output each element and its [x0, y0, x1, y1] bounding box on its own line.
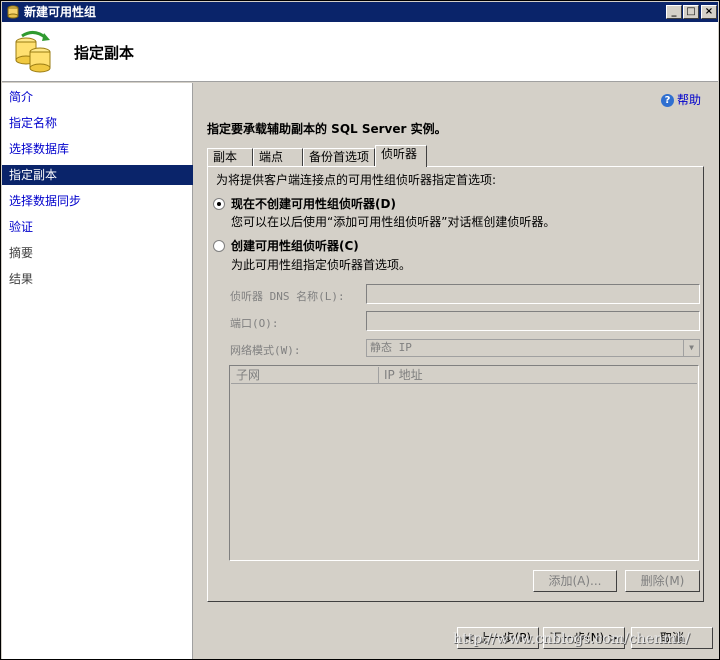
- port-input[interactable]: [366, 311, 700, 331]
- dns-name-label: 侦听器 DNS 名称(L):: [230, 290, 345, 303]
- tab-replicas[interactable]: 副本: [207, 148, 253, 167]
- add-button[interactable]: 添加(A)...: [533, 570, 617, 592]
- maximize-button[interactable]: □: [683, 5, 699, 19]
- close-button[interactable]: ×: [701, 5, 717, 19]
- wizard-sidebar: 简介 指定名称 选择数据库 指定副本 选择数据同步 验证 摘要 结果: [2, 83, 193, 659]
- port-label: 端口(O):: [230, 317, 279, 330]
- main-panel: ? 帮助 指定要承载辅助副本的 SQL Server 实例。 副本 端点 备份首选…: [195, 83, 719, 659]
- tab-backup-preferences[interactable]: 备份首选项: [303, 148, 375, 167]
- sidebar-item-select-databases[interactable]: 选择数据库: [2, 139, 193, 159]
- radio-create-listener[interactable]: 创建可用性组侦听器(C): [213, 237, 359, 254]
- grid-column-ip-address: IP 地址: [384, 368, 423, 382]
- radio-hint: 为此可用性组指定侦听器首选项。: [231, 258, 412, 272]
- page-heading: 指定副本: [74, 44, 135, 62]
- network-mode-value: 静态 IP: [370, 341, 412, 354]
- next-button[interactable]: 下一步(N) >: [543, 627, 625, 649]
- help-icon: ?: [661, 94, 674, 107]
- availability-group-icon: [15, 31, 51, 73]
- minimize-button[interactable]: _: [666, 5, 682, 19]
- radio-button-checked[interactable]: [213, 197, 225, 210]
- sidebar-item-validation[interactable]: 验证: [2, 217, 193, 237]
- sidebar-item-specify-name[interactable]: 指定名称: [2, 113, 193, 133]
- ip-address-grid[interactable]: 子网 IP 地址: [229, 365, 699, 561]
- radio-label: 现在不创建可用性组侦听器(D): [231, 197, 396, 211]
- title-bar: 新建可用性组 _ □ ×: [2, 2, 718, 22]
- sidebar-item-summary: 摘要: [9, 246, 34, 260]
- sidebar-item-data-sync[interactable]: 选择数据同步: [2, 191, 193, 211]
- previous-button[interactable]: < 上一步(P): [457, 627, 539, 649]
- radio-do-not-create-listener[interactable]: 现在不创建可用性组侦听器(D): [213, 195, 396, 212]
- network-mode-select[interactable]: 静态 IP ▼: [366, 339, 700, 357]
- grid-column-subnet: 子网: [231, 367, 379, 384]
- radio-hint: 您可以在以后使用“添加可用性组侦听器”对话框创建侦听器。: [231, 215, 556, 229]
- help-link[interactable]: ? 帮助: [661, 91, 701, 108]
- tab-listener[interactable]: 侦听器: [375, 145, 427, 167]
- radio-button[interactable]: [213, 239, 225, 252]
- network-mode-label: 网络模式(W):: [230, 344, 301, 357]
- wizard-window: 新建可用性组 _ □ × 指定副本 简介 指定名称 选择数据库 指定副本 选择数…: [0, 0, 720, 660]
- instruction-text: 指定要承载辅助副本的 SQL Server 实例。: [207, 122, 447, 136]
- listener-tab-panel: 为将提供客户端连接点的可用性组侦听器指定首选项: 现在不创建可用性组侦听器(D)…: [207, 166, 704, 602]
- radio-label: 创建可用性组侦听器(C): [231, 239, 359, 253]
- chevron-down-icon[interactable]: ▼: [683, 340, 699, 356]
- sidebar-item-introduction[interactable]: 简介: [2, 87, 193, 107]
- sidebar-item-specify-replicas[interactable]: 指定副本: [2, 165, 193, 185]
- window-title: 新建可用性组: [24, 5, 97, 19]
- wizard-header: 指定副本: [2, 22, 718, 82]
- help-label: 帮助: [677, 93, 702, 107]
- database-icon: [7, 5, 19, 19]
- dns-name-input[interactable]: [366, 284, 700, 304]
- cancel-button[interactable]: 取消: [631, 627, 713, 649]
- remove-button[interactable]: 删除(M): [625, 570, 700, 592]
- grid-header: 子网 IP 地址: [231, 367, 697, 384]
- sidebar-item-results: 结果: [9, 272, 34, 286]
- tab-endpoints[interactable]: 端点: [253, 148, 303, 167]
- listener-description: 为将提供客户端连接点的可用性组侦听器指定首选项:: [216, 173, 497, 187]
